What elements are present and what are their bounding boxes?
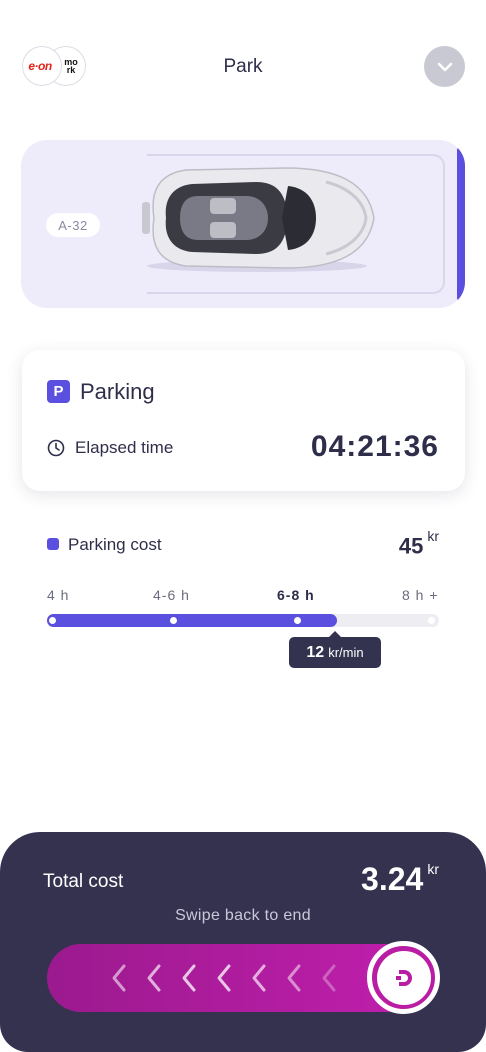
progress-tick: [428, 617, 435, 624]
logo-eon-text: e·on: [28, 59, 52, 73]
elapsed-time-label: Elapsed time: [75, 438, 174, 457]
brand-mark-icon: [395, 969, 412, 986]
cost-legend-dot: [47, 538, 59, 550]
parked-car-card: A-32: [21, 140, 465, 308]
bay-accent-bar: [457, 148, 465, 300]
progress-tick: [294, 617, 301, 624]
elapsed-time-value: 04:21:36: [310, 430, 439, 463]
total-cost-label: Total cost: [43, 871, 124, 892]
tier-label: 4 h: [47, 587, 70, 603]
tier-label-active: 6-8 h: [277, 587, 315, 603]
chevron-down-icon: [437, 62, 452, 71]
progress-tick: [170, 617, 177, 624]
chevron-left-icon: [287, 964, 301, 992]
spot-label: A-32: [46, 213, 100, 237]
knob-inner: [376, 950, 431, 1005]
total-cost-value: 3.24 kr: [361, 861, 439, 897]
clock-icon: [47, 439, 65, 457]
rate-tooltip: 12 kr/min: [289, 631, 381, 668]
parking-session-card: P Parking Elapsed time 04:21:36: [22, 350, 465, 491]
parking-title: Parking: [80, 379, 155, 404]
parking-cost-label: Parking cost: [68, 535, 162, 554]
collapse-button[interactable]: [424, 46, 465, 87]
parking-icon: P: [47, 380, 70, 403]
chevron-left-icon: [217, 964, 231, 992]
tier-label: 8 h +: [402, 587, 439, 603]
chevron-left-icon: [252, 964, 266, 992]
rate-unit: kr/min: [328, 645, 364, 660]
rate-value: 12: [306, 643, 325, 661]
swipe-hint: Swipe back to end: [175, 907, 311, 924]
chevron-left-icon: [147, 964, 161, 992]
slider-knob[interactable]: [367, 941, 440, 1014]
parking-cost-value: 45 kr: [398, 528, 439, 559]
chevron-left-icon: [112, 964, 126, 992]
chevron-left-icon: [322, 964, 336, 992]
tier-label: 4-6 h: [153, 587, 190, 603]
chevron-left-icon: [182, 964, 196, 992]
car-top-view-icon: [142, 167, 375, 272]
page-title: Park: [223, 56, 263, 77]
progress-tick: [49, 617, 56, 624]
